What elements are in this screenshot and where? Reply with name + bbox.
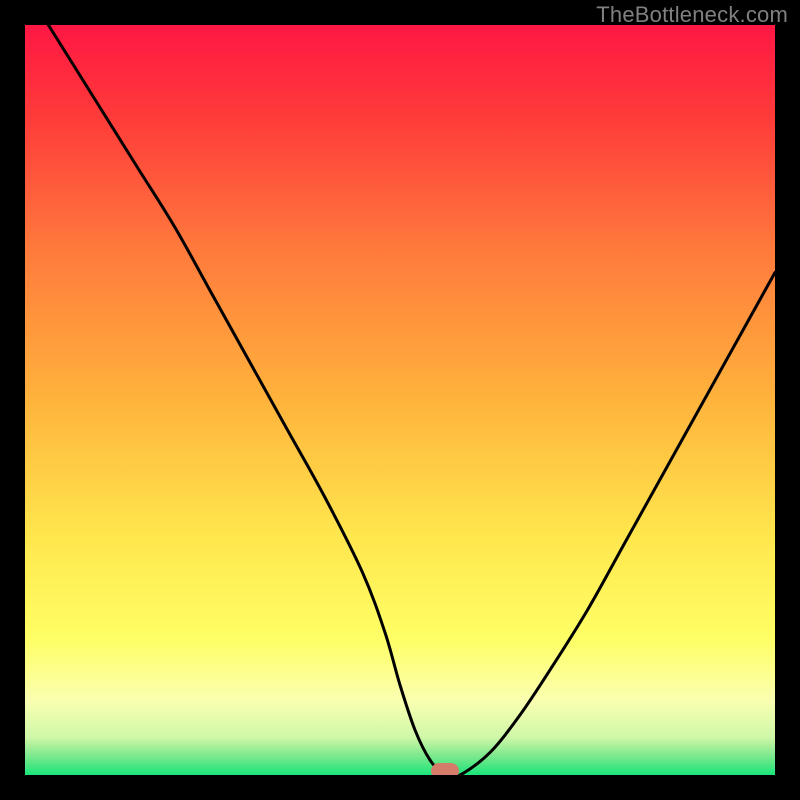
- bottleneck-curve: [25, 25, 775, 775]
- chart-container: TheBottleneck.com: [0, 0, 800, 800]
- watermark-label: TheBottleneck.com: [596, 2, 788, 28]
- plot-area: [25, 25, 775, 775]
- optimal-point-marker: [431, 763, 459, 775]
